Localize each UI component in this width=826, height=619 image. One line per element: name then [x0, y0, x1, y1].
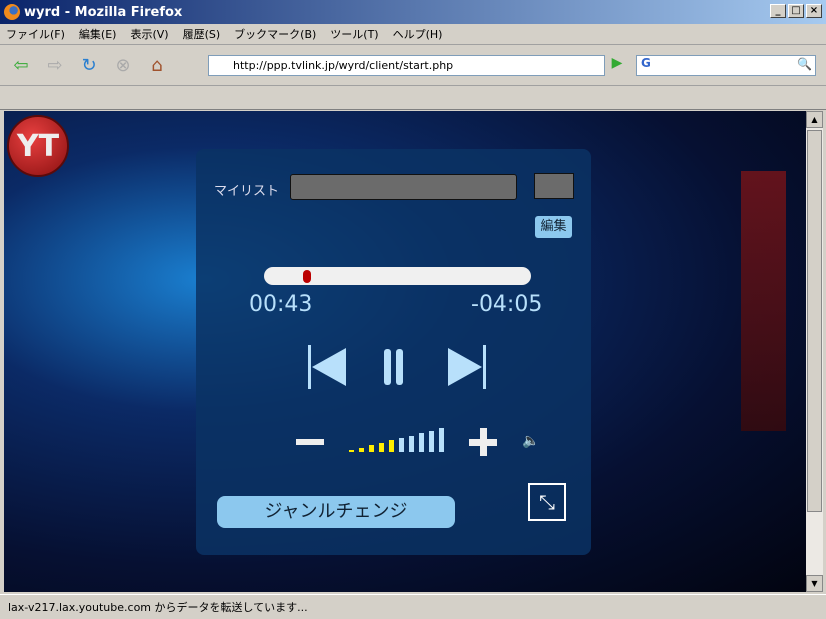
menu-bookmarks[interactable]: ブックマーク(B): [234, 26, 316, 42]
status-bar: lax-v217.lax.youtube.com からデータを転送しています..…: [0, 594, 826, 619]
volume-down-button[interactable]: [296, 439, 324, 445]
status-text: lax-v217.lax.youtube.com からデータを転送しています..…: [8, 601, 308, 614]
window-title: wyrd - Mozilla Firefox: [24, 4, 183, 20]
next-icon[interactable]: [446, 345, 486, 389]
volume-bar[interactable]: [369, 445, 374, 452]
mylist-button[interactable]: [534, 173, 574, 199]
menu-history[interactable]: 履歴(S): [183, 26, 221, 42]
volume-bar[interactable]: [439, 428, 444, 452]
previous-icon[interactable]: [308, 345, 348, 389]
home-icon[interactable]: ⌂: [144, 53, 170, 79]
reload-icon[interactable]: ↻: [76, 53, 102, 79]
vertical-scrollbar[interactable]: ▲ ▼: [806, 111, 823, 592]
player-panel: マイリスト 編集 00:43 -04:05 🔈 ジャンルチェンジ ⤡: [196, 149, 591, 555]
menu-tools[interactable]: ツール(T): [330, 26, 378, 42]
scroll-down-icon[interactable]: ▼: [806, 575, 823, 592]
menu-edit[interactable]: 編集(E): [79, 26, 117, 42]
elapsed-time: 00:43: [249, 292, 313, 317]
minimize-button[interactable]: _: [770, 4, 786, 18]
volume-bar[interactable]: [419, 433, 424, 452]
video-background: [741, 171, 786, 431]
title-bar: wyrd - Mozilla Firefox _ □ ×: [0, 0, 826, 24]
search-input[interactable]: G 🔍: [636, 55, 816, 76]
url-bar[interactable]: http://ppp.tvlink.jp/wyrd/client/start.p…: [208, 55, 605, 76]
volume-bar[interactable]: [379, 442, 384, 452]
edit-button[interactable]: 編集: [535, 216, 572, 238]
search-engine-icon[interactable]: G: [637, 56, 655, 70]
genre-change-button[interactable]: ジャンルチェンジ: [217, 496, 455, 528]
pause-icon[interactable]: [384, 349, 404, 385]
mylist-label: マイリスト: [214, 184, 280, 199]
volume-bar[interactable]: [409, 435, 414, 452]
mylist-select[interactable]: [290, 174, 517, 200]
url-text: http://ppp.tvlink.jp/wyrd/client/start.p…: [233, 59, 454, 72]
go-icon[interactable]: ▶: [607, 55, 627, 76]
menu-file[interactable]: ファイル(F): [6, 26, 65, 42]
volume-bar[interactable]: [359, 447, 364, 452]
seek-bar[interactable]: [264, 267, 531, 285]
menu-bar: ファイル(F) 編集(E) 表示(V) 履歴(S) ブックマーク(B) ツール(…: [0, 24, 826, 45]
menu-view[interactable]: 表示(V): [130, 26, 168, 42]
menu-help[interactable]: ヘルプ(H): [393, 26, 443, 42]
volume-bar[interactable]: [399, 438, 404, 452]
navigation-toolbar: ⇦ ⇨ ↻ ⊗ ⌂ http://ppp.tvlink.jp/wyrd/clie…: [0, 46, 826, 86]
bookmarks-bar: [0, 87, 826, 110]
video-area[interactable]: YT マイリスト 編集 00:43 -04:05 🔈 ジャンルチェンジ ⤡: [4, 111, 806, 592]
close-button[interactable]: ×: [806, 4, 822, 18]
seek-thumb[interactable]: [302, 270, 311, 283]
volume-bar[interactable]: [429, 430, 434, 452]
volume-bar[interactable]: [349, 450, 354, 452]
speaker-icon[interactable]: 🔈: [522, 433, 539, 449]
fullscreen-icon[interactable]: ⤡: [528, 483, 566, 521]
firefox-icon: [4, 4, 20, 20]
scroll-thumb[interactable]: [807, 130, 822, 512]
back-icon[interactable]: ⇦: [8, 53, 34, 79]
forward-icon[interactable]: ⇨: [42, 53, 68, 79]
scroll-up-icon[interactable]: ▲: [806, 111, 823, 128]
volume-meter[interactable]: [349, 427, 449, 452]
volume-up-button[interactable]: [469, 428, 497, 456]
stop-icon[interactable]: ⊗: [110, 53, 136, 79]
volume-bar[interactable]: [389, 440, 394, 452]
yt-logo[interactable]: YT: [7, 115, 69, 177]
maximize-button[interactable]: □: [788, 4, 804, 18]
search-icon[interactable]: 🔍: [797, 57, 812, 71]
remaining-time: -04:05: [471, 292, 543, 317]
